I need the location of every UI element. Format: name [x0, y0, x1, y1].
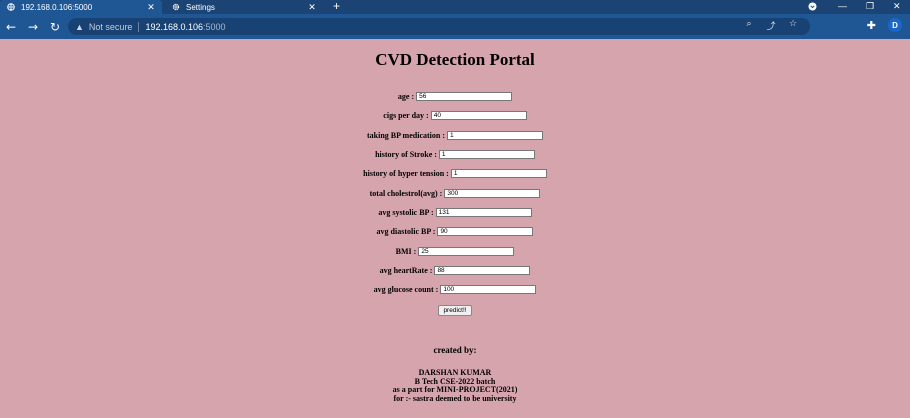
share-icon[interactable]: ⤴ — [760, 19, 782, 32]
form-row-stroke: history of Stroke :1 — [0, 145, 910, 164]
form-row-bmi: BMI :25 — [0, 241, 910, 260]
field-label: BMI : — [395, 246, 417, 256]
field-label: age : — [397, 92, 415, 102]
address-bar[interactable]: ▲ Not secure 192.168.0.106:5000 ⌕ ⤴ ☆ — [68, 18, 810, 35]
tab-strip: 192.168.0.106:5000 ✕ Settings ✕ + — ❐ ✕ — [0, 0, 910, 14]
stroke-history-input[interactable]: 1 — [438, 150, 535, 160]
extensions-icon[interactable]: ✚ — [867, 19, 876, 32]
security-label[interactable]: Not secure — [89, 22, 133, 32]
form-row-cigs: cigs per day :40 — [0, 106, 910, 125]
field-label: taking BP medication : — [366, 130, 445, 140]
age-input[interactable]: 56 — [416, 92, 513, 102]
page-title: CVD Detection Portal — [375, 50, 535, 69]
divider — [138, 21, 140, 32]
tab-title: Settings — [186, 2, 215, 12]
gear-icon — [172, 3, 180, 11]
reload-icon[interactable]: ↻ — [44, 20, 66, 34]
restore-icon[interactable]: ❐ — [866, 0, 874, 12]
zoom-icon[interactable]: ⌕ — [738, 19, 760, 32]
browser-chrome: 192.168.0.106:5000 ✕ Settings ✕ + — ❐ ✕ … — [0, 0, 910, 39]
new-tab-button[interactable]: + — [333, 0, 340, 14]
toolbar-right: ✚ D — [867, 18, 902, 32]
form-row-glucose: avg glucose count :100 — [0, 280, 910, 299]
bmi-input[interactable]: 25 — [418, 246, 515, 256]
page-content: CVD Detection Portal age :56 cigs per da… — [0, 39, 910, 418]
field-label: history of hyper tension : — [363, 169, 449, 179]
field-label: avg diastolic BP : — [376, 227, 436, 237]
url-host[interactable]: 192.168.0.106 — [145, 22, 203, 32]
star-icon[interactable]: ☆ — [782, 19, 804, 32]
predict-button[interactable]: predict!! — [438, 305, 472, 317]
cvd-form: age :56 cigs per day :40 taking BP medic… — [0, 87, 910, 317]
tab-portal[interactable]: 192.168.0.106:5000 ✕ — [0, 0, 162, 14]
url-port[interactable]: :5000 — [203, 22, 226, 32]
university-note: for :- sastra deemed to be university — [393, 394, 517, 404]
systolic-bp-input[interactable]: 131 — [435, 207, 532, 217]
form-row-hypertension: history of hyper tension :1 — [0, 164, 910, 183]
profile-avatar[interactable]: D — [888, 18, 902, 32]
field-label: avg glucose count : — [373, 285, 439, 295]
globe-icon — [7, 3, 15, 11]
form-row-systolic: avg systolic BP :131 — [0, 203, 910, 222]
toolbar: ← → ↻ ▲ Not secure 192.168.0.106:5000 ⌕ … — [0, 14, 910, 39]
diastolic-bp-input[interactable]: 90 — [437, 227, 534, 237]
close-tab-icon[interactable]: ✕ — [307, 2, 317, 13]
tab-settings[interactable]: Settings ✕ — [165, 0, 323, 14]
form-row-heartrate: avg heartRate :88 — [0, 261, 910, 280]
form-row-diastolic: avg diastolic BP :90 — [0, 222, 910, 241]
created-by-heading: created by: — [433, 345, 477, 356]
omnibox-actions: ⌕ ⤴ ☆ — [738, 19, 804, 32]
bp-medication-input[interactable]: 1 — [447, 130, 543, 140]
form-row-bp-meds: taking BP medication :1 — [0, 126, 910, 145]
tab-search-icon[interactable] — [808, 0, 817, 12]
forward-icon[interactable]: → — [22, 20, 44, 34]
field-label: avg systolic BP : — [378, 207, 434, 217]
back-icon[interactable]: ← — [0, 20, 22, 34]
tab-title: 192.168.0.106:5000 — [21, 2, 93, 12]
heart-rate-input[interactable]: 88 — [434, 265, 531, 275]
close-tab-icon[interactable]: ✕ — [146, 2, 156, 13]
close-window-icon[interactable]: ✕ — [893, 0, 901, 12]
form-row-cholesterol: total cholestrol(avg) :300 — [0, 183, 910, 202]
field-label: total cholestrol(avg) : — [369, 188, 443, 198]
minimize-icon[interactable]: — — [838, 0, 847, 12]
credits: DARSHAN KUMAR B Tech CSE-2022 batch as a… — [0, 369, 910, 403]
warning-icon[interactable]: ▲ — [75, 22, 84, 32]
field-label: history of Stroke : — [375, 150, 437, 160]
field-label: cigs per day : — [383, 111, 429, 121]
form-row-age: age :56 — [0, 87, 910, 106]
field-label: avg heartRate : — [379, 265, 433, 275]
glucose-input[interactable]: 100 — [440, 285, 537, 295]
cigs-per-day-input[interactable]: 40 — [430, 111, 527, 121]
cholesterol-input[interactable]: 300 — [444, 188, 541, 198]
hypertension-input[interactable]: 1 — [450, 169, 547, 179]
